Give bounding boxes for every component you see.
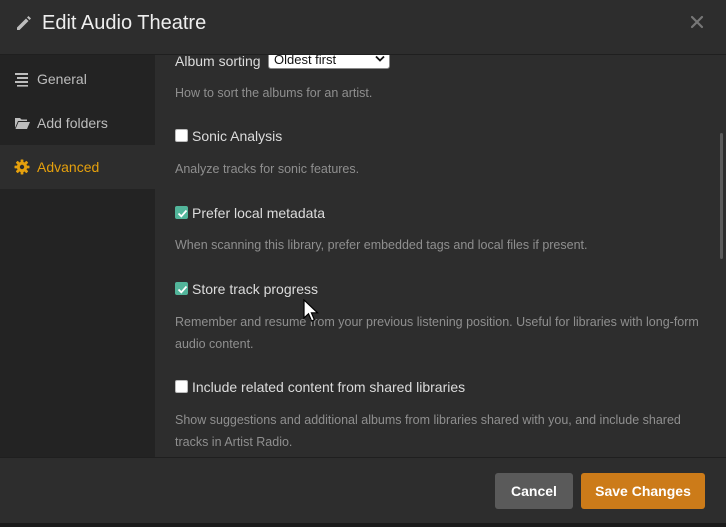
- sidebar-item-label: Advanced: [37, 159, 100, 175]
- dialog-title: Edit Audio Theatre: [42, 12, 207, 34]
- include-related-content-help: Show suggestions and additional albums f…: [175, 413, 681, 449]
- sidebar-item-label: Add folders: [37, 115, 108, 131]
- prefer-local-metadata-help: When scanning this library, prefer embed…: [175, 238, 588, 252]
- close-icon[interactable]: [688, 13, 706, 31]
- edit-library-dialog: Edit Audio Theatre General Add folders A…: [0, 0, 726, 523]
- dialog-footer: Cancel Save Changes: [0, 457, 726, 523]
- include-related-content-checkbox[interactable]: [175, 380, 188, 393]
- cancel-button[interactable]: Cancel: [495, 473, 573, 509]
- check-icon: [177, 285, 188, 294]
- store-track-progress-label: Store track progress: [192, 281, 319, 297]
- settings-sidebar: General Add folders Advanced: [0, 55, 155, 457]
- gear-icon: [14, 159, 30, 175]
- sidebar-item-general[interactable]: General: [0, 57, 155, 101]
- pencil-icon: [17, 16, 31, 30]
- save-changes-button[interactable]: Save Changes: [581, 473, 705, 509]
- store-track-progress-help: Remember and resume from your previous l…: [175, 315, 699, 351]
- check-icon: [177, 209, 188, 218]
- sonic-analysis-label: Sonic Analysis: [192, 128, 283, 144]
- prefer-local-metadata-checkbox[interactable]: [175, 206, 188, 219]
- include-related-content-label: Include related content from shared libr…: [192, 379, 466, 395]
- sonic-analysis-help: Analyze tracks for sonic features.: [175, 162, 360, 176]
- settings-content[interactable]: Album sorting Oldest first How to sort t…: [155, 55, 726, 457]
- dialog-header: Edit Audio Theatre: [0, 0, 726, 55]
- prefer-local-metadata-label: Prefer local metadata: [192, 205, 326, 221]
- album-sorting-value: Oldest first: [274, 55, 337, 67]
- sonic-analysis-checkbox[interactable]: [175, 129, 188, 142]
- chevron-down-icon: [375, 55, 385, 62]
- sidebar-item-advanced[interactable]: Advanced: [0, 145, 155, 189]
- album-sorting-label: Album sorting: [175, 55, 261, 69]
- album-sorting-help: How to sort the albums for an artist.: [175, 86, 373, 100]
- list-icon: [15, 73, 28, 87]
- mouse-cursor-icon: [303, 299, 319, 322]
- sidebar-item-label: General: [37, 71, 87, 87]
- album-sorting-select[interactable]: Oldest first: [268, 55, 390, 69]
- folder-open-icon: [15, 118, 30, 129]
- content-scrollbar[interactable]: [720, 133, 723, 259]
- store-track-progress-checkbox[interactable]: [175, 282, 188, 295]
- sidebar-item-add-folders[interactable]: Add folders: [0, 101, 155, 145]
